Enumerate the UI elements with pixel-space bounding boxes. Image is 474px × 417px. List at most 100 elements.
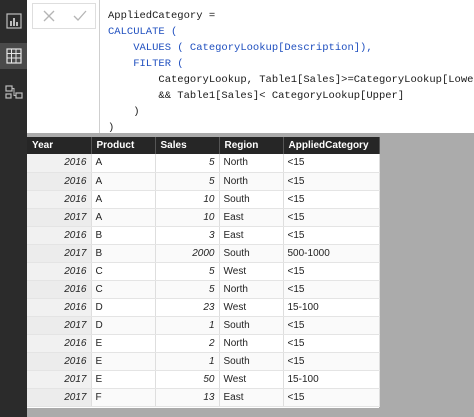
cell-appliedcategory[interactable]: <15 <box>283 334 380 353</box>
column-header-product[interactable]: Product <box>91 137 156 154</box>
cell-sales[interactable]: 10 <box>155 190 220 209</box>
column-header-appliedcategory[interactable]: AppliedCategory <box>283 137 380 154</box>
cell-year[interactable]: 2016 <box>27 352 92 371</box>
view-sidebar <box>0 0 27 417</box>
cell-sales[interactable]: 3 <box>155 226 220 245</box>
cell-product[interactable]: E <box>91 334 156 353</box>
cell-product[interactable]: D <box>91 298 156 317</box>
cell-sales[interactable]: 5 <box>155 280 220 299</box>
cell-region[interactable]: South <box>219 352 284 371</box>
cell-appliedcategory[interactable]: <15 <box>283 262 380 281</box>
table-row: 2016 E 2 North <15 <box>27 334 380 353</box>
cell-appliedcategory[interactable]: <15 <box>283 280 380 299</box>
cell-appliedcategory[interactable]: <15 <box>283 154 380 173</box>
cell-product[interactable]: E <box>91 370 156 389</box>
cell-product[interactable]: A <box>91 154 156 173</box>
table-row: 2016 E 1 South <15 <box>27 352 380 371</box>
formula-line: ) <box>108 122 115 134</box>
report-view-button[interactable] <box>0 8 27 34</box>
formula-line: CALCULATE ( <box>108 26 178 38</box>
cell-region[interactable]: North <box>219 154 284 173</box>
table-row: 2017 B 2000 South 500-1000 <box>27 244 380 263</box>
cell-year[interactable]: 2016 <box>27 298 92 317</box>
cell-appliedcategory[interactable]: 500-1000 <box>283 244 380 263</box>
cell-year[interactable]: 2016 <box>27 154 92 173</box>
cell-region[interactable]: East <box>219 208 284 227</box>
commit-formula-button[interactable] <box>66 5 94 27</box>
cell-product[interactable]: C <box>91 280 156 299</box>
table-row: 2016 A 5 North <15 <box>27 172 380 191</box>
formula-line: ) <box>108 106 140 118</box>
formula-line: FILTER ( <box>108 58 184 70</box>
relationships-view-icon <box>4 85 23 99</box>
cell-product[interactable]: E <box>91 352 156 371</box>
cell-appliedcategory[interactable]: 15-100 <box>283 298 380 317</box>
cell-sales[interactable]: 5 <box>155 262 220 281</box>
formula-line: AppliedCategory = <box>108 10 216 22</box>
cell-region[interactable]: West <box>219 370 284 389</box>
cell-sales[interactable]: 1 <box>155 352 220 371</box>
cell-region[interactable]: North <box>219 280 284 299</box>
cell-appliedcategory[interactable]: <15 <box>283 172 380 191</box>
cell-product[interactable]: B <box>91 244 156 263</box>
column-header-region[interactable]: Region <box>219 137 284 154</box>
cell-sales[interactable]: 10 <box>155 208 220 227</box>
cell-product[interactable]: B <box>91 226 156 245</box>
cell-product[interactable]: F <box>91 388 156 407</box>
cell-sales[interactable]: 5 <box>155 154 220 173</box>
cell-year[interactable]: 2016 <box>27 190 92 209</box>
cell-region[interactable]: South <box>219 244 284 263</box>
cell-product[interactable]: A <box>91 190 156 209</box>
cell-product[interactable]: D <box>91 316 156 335</box>
cell-year[interactable]: 2016 <box>27 262 92 281</box>
cell-region[interactable]: West <box>219 262 284 281</box>
formula-line: && Table1[Sales]< CategoryLookup[Upper] <box>108 90 405 102</box>
cell-year[interactable]: 2017 <box>27 388 92 407</box>
cell-region[interactable]: South <box>219 190 284 209</box>
data-view-button[interactable] <box>0 43 27 69</box>
table-row: 2016 A 10 South <15 <box>27 190 380 209</box>
cell-region[interactable]: North <box>219 334 284 353</box>
check-icon <box>73 10 86 21</box>
table-row: 2017 F 13 East <15 <box>27 388 380 407</box>
cell-product[interactable]: A <box>91 208 156 227</box>
cell-appliedcategory[interactable]: <15 <box>283 226 380 245</box>
table-row: 2017 E 50 West 15-100 <box>27 370 380 389</box>
cell-sales[interactable]: 2 <box>155 334 220 353</box>
cell-product[interactable]: C <box>91 262 156 281</box>
cell-year[interactable]: 2016 <box>27 280 92 299</box>
cell-region[interactable]: North <box>219 172 284 191</box>
column-header-year[interactable]: Year <box>27 137 92 154</box>
table-row: 2016 B 3 East <15 <box>27 226 380 245</box>
cell-year[interactable]: 2016 <box>27 334 92 353</box>
column-header-sales[interactable]: Sales <box>155 137 220 154</box>
cell-appliedcategory[interactable]: <15 <box>283 190 380 209</box>
cell-appliedcategory[interactable]: <15 <box>283 316 380 335</box>
cell-sales[interactable]: 23 <box>155 298 220 317</box>
cell-year[interactable]: 2017 <box>27 208 92 227</box>
cell-appliedcategory[interactable]: <15 <box>283 208 380 227</box>
data-table: Year Product Sales Region AppliedCategor… <box>27 137 380 407</box>
relationships-view-button[interactable] <box>0 79 27 105</box>
cell-product[interactable]: A <box>91 172 156 191</box>
cell-year[interactable]: 2017 <box>27 370 92 389</box>
cell-year[interactable]: 2017 <box>27 316 92 335</box>
cell-sales[interactable]: 50 <box>155 370 220 389</box>
cell-region[interactable]: West <box>219 298 284 317</box>
table-row: 2016 C 5 West <15 <box>27 262 380 281</box>
formula-editor[interactable]: AppliedCategory = CALCULATE ( VALUES ( Ca… <box>99 0 474 134</box>
cell-sales[interactable]: 5 <box>155 172 220 191</box>
cell-appliedcategory[interactable]: <15 <box>283 352 380 371</box>
cell-year[interactable]: 2017 <box>27 244 92 263</box>
cancel-formula-button[interactable] <box>35 5 63 27</box>
cell-year[interactable]: 2016 <box>27 226 92 245</box>
cell-appliedcategory[interactable]: <15 <box>283 388 380 407</box>
cell-region[interactable]: East <box>219 388 284 407</box>
cell-sales[interactable]: 13 <box>155 388 220 407</box>
cell-year[interactable]: 2016 <box>27 172 92 191</box>
cell-region[interactable]: East <box>219 226 284 245</box>
cell-region[interactable]: South <box>219 316 284 335</box>
cell-appliedcategory[interactable]: 15-100 <box>283 370 380 389</box>
cell-sales[interactable]: 1 <box>155 316 220 335</box>
cell-sales[interactable]: 2000 <box>155 244 220 263</box>
